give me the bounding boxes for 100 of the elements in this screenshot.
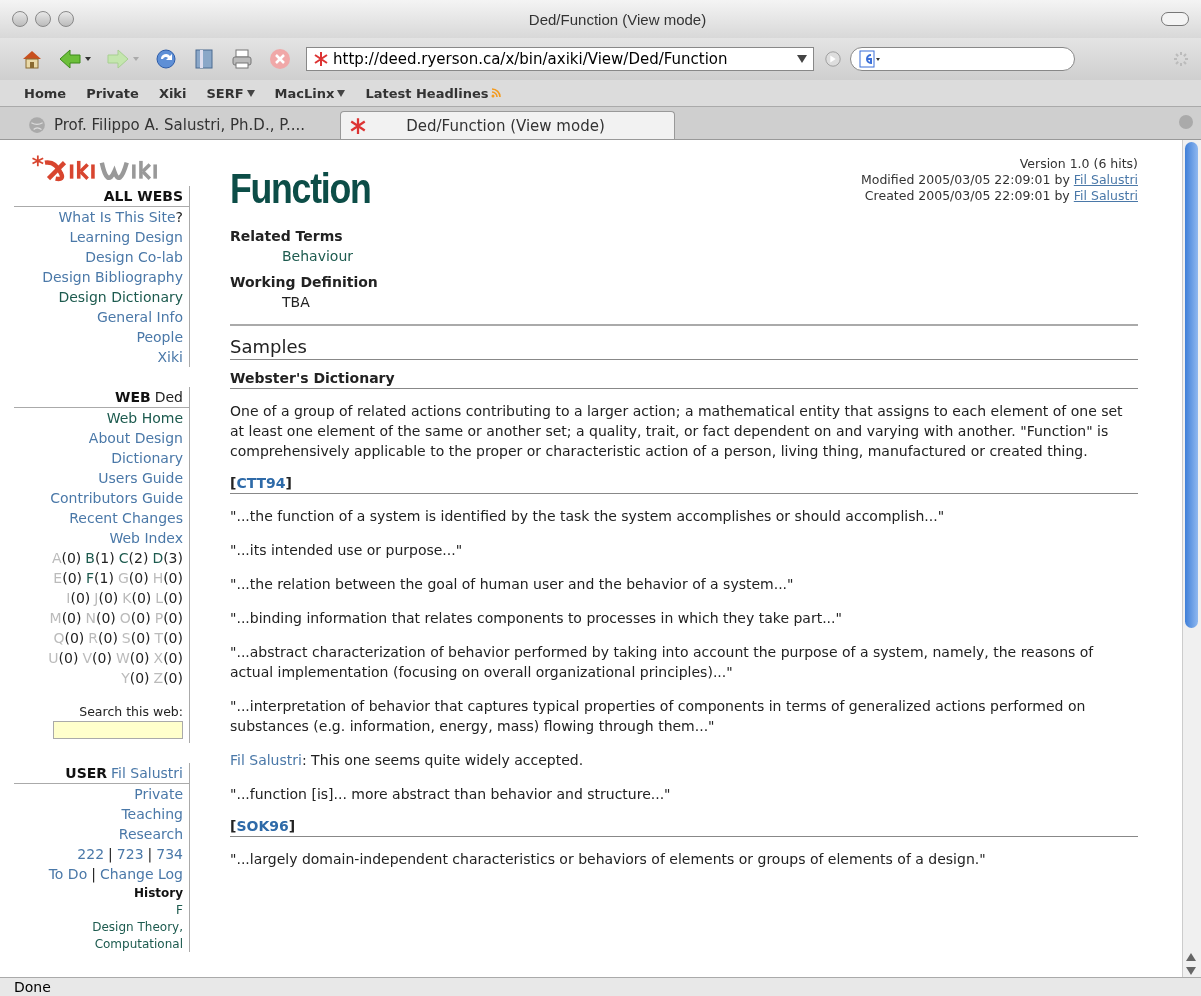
quote-paragraph: "...interpretation of behavior that captures typical properties of components in terms of generalized actions performed on substances (e.g. information, energy, mass) flowing through them..." — [230, 697, 1087, 736]
bookmark-link[interactable]: Home — [24, 85, 67, 101]
sidebar-link[interactable]: Xiki — [157, 349, 183, 365]
index-letter-link[interactable]: C — [118, 550, 129, 566]
toolbar-toggle-icon[interactable] — [1161, 12, 1189, 26]
index-count: (0) — [92, 650, 112, 666]
sidebar-text: | — [108, 846, 113, 862]
index-letter-link[interactable]: D — [152, 550, 164, 566]
term-label: Working Definition — [230, 273, 379, 292]
bookmarks-icon[interactable] — [192, 47, 216, 71]
close-tab-icon[interactable] — [1179, 115, 1193, 129]
index-count: (1) — [94, 570, 114, 586]
sidebar-link[interactable]: 723 — [116, 846, 144, 862]
window-control-icon[interactable] — [12, 11, 28, 27]
index-count: (0) — [61, 550, 82, 566]
menu-caret-icon — [337, 89, 346, 97]
go-icon[interactable] — [824, 50, 842, 68]
sidebar-link[interactable]: Research — [118, 826, 183, 842]
bracket: ] — [285, 475, 292, 491]
term-value: TBA — [282, 294, 310, 310]
index-count: (0) — [163, 590, 183, 606]
bookmark-link[interactable]: MacLinx — [274, 85, 346, 101]
section-heading: WEB — [115, 389, 151, 405]
search-field[interactable] — [850, 47, 1075, 71]
stop-icon[interactable] — [268, 47, 292, 71]
sidebar-link[interactable]: What Is This Site — [58, 209, 176, 225]
loading-spinner-icon — [1171, 49, 1191, 69]
section-heading: Samples — [230, 336, 1138, 360]
sidebar-link[interactable]: Learning Design — [69, 229, 183, 245]
sidebar-link[interactable]: Recent Changes — [69, 510, 183, 526]
sidebar-link[interactable]: Web Index — [109, 530, 183, 546]
address-field[interactable]: http://deed.ryerson.ca/x/bin/axiki/View/Ded/Function — [306, 47, 814, 71]
scrollbar-thumb[interactable] — [1185, 142, 1198, 628]
sidebar-link[interactable]: Teaching — [121, 806, 183, 822]
sidebar-link[interactable]: Design Bibliography — [42, 269, 183, 285]
browser-tab[interactable]: Ded/Function (View mode) — [340, 111, 675, 139]
author-link[interactable]: Fil Salustri — [230, 752, 302, 768]
bookmark-link[interactable]: Private — [86, 85, 139, 101]
sidebar-link[interactable]: General Info — [96, 309, 183, 325]
sidebar-link[interactable]: Private — [134, 786, 183, 802]
index-count: (0) — [130, 630, 151, 646]
sidebar-link[interactable]: People — [136, 329, 183, 345]
asterisk-icon — [313, 51, 329, 67]
index-count: (2) — [128, 550, 149, 566]
dropdown-caret-icon[interactable] — [797, 55, 807, 63]
sidebar-link[interactable]: 222 — [77, 846, 105, 862]
index-letter-link[interactable]: F — [86, 570, 95, 586]
index-count: (0) — [129, 650, 150, 666]
rss-feed-icon — [491, 88, 502, 98]
sidebar-link[interactable]: 734 — [156, 846, 183, 862]
sidebar-link[interactable]: Design Co-lab — [85, 249, 183, 265]
quote-paragraph: "...abstract characterization of behavior performed by taking into account the purpose of a system, namely, the reasons of actual implementation (focusing on overall organizational principles)..." — [230, 643, 1095, 682]
sidebar-link[interactable]: Design Theory, — [92, 920, 183, 934]
index-count: (0) — [130, 610, 151, 626]
sidebar-link[interactable]: Web Home — [106, 410, 183, 426]
window-control-icon[interactable] — [35, 11, 51, 27]
browser-tab[interactable]: Prof. Filippo A. Salustri, Ph.D., P.... — [20, 111, 340, 139]
sidebar-link[interactable]: About Design — [88, 430, 183, 446]
bracket: [ — [230, 475, 237, 491]
quote-paragraph: "...the relation between the goal of human user and the behavior of a system..." — [230, 575, 795, 594]
index-count: (0) — [163, 570, 183, 586]
bracket: [ — [230, 818, 237, 834]
back-arrow-icon[interactable] — [58, 47, 92, 71]
sidebar-text: Ded — [154, 389, 183, 405]
sidebar-link[interactable]: F — [176, 903, 183, 917]
sidebar-link[interactable]: Users Guide — [98, 470, 183, 486]
author-link[interactable]: Fil Salustri — [1073, 172, 1138, 187]
scroll-up-icon[interactable] — [1186, 953, 1196, 961]
reload-icon[interactable] — [154, 47, 178, 71]
quote-paragraph: "...function [is]... more abstract than behavior and structure..." — [230, 785, 672, 804]
index-count: (0) — [61, 610, 82, 626]
term-link[interactable]: Behaviour — [282, 248, 354, 264]
reference-link[interactable]: SOK96 — [236, 818, 289, 834]
bookmark-link[interactable]: Latest Headlines — [365, 85, 502, 101]
sidebar-link[interactable]: Computational — [94, 937, 183, 951]
window-control-icon[interactable] — [58, 11, 74, 27]
scrollbar[interactable] — [1182, 140, 1201, 977]
bookmark-link[interactable]: SERF — [206, 85, 255, 101]
print-icon[interactable] — [230, 47, 254, 71]
sidebar-link[interactable]: Fil Salustri — [111, 765, 183, 781]
sidebar-link[interactable]: Dictionary — [111, 450, 183, 466]
index-count: (0) — [163, 650, 183, 666]
page-title: Function — [230, 166, 371, 212]
search-field[interactable] — [53, 721, 183, 739]
search-engine-icon[interactable] — [859, 50, 881, 68]
sidebar-text: ? — [175, 209, 183, 225]
sidebar-link[interactable]: To Do — [48, 866, 88, 882]
author-link[interactable]: Fil Salustri — [1073, 188, 1138, 203]
asterisk-icon — [349, 116, 367, 135]
sidebar-link[interactable]: Contributors Guide — [50, 490, 183, 506]
index-letter-link[interactable]: B — [85, 550, 95, 566]
bookmark-link[interactable]: Xiki — [158, 85, 187, 101]
comment-text: : This one seems quite widely accepted. — [301, 752, 584, 768]
index-count: (0) — [129, 670, 150, 686]
reference-link[interactable]: CTT94 — [236, 475, 286, 491]
sidebar-link[interactable]: Design Dictionary — [58, 289, 183, 305]
index-count: (0) — [64, 630, 85, 646]
sidebar-link[interactable]: Change Log — [99, 866, 183, 882]
index-count: (0) — [96, 610, 116, 626]
index-count: (3) — [163, 550, 183, 566]
